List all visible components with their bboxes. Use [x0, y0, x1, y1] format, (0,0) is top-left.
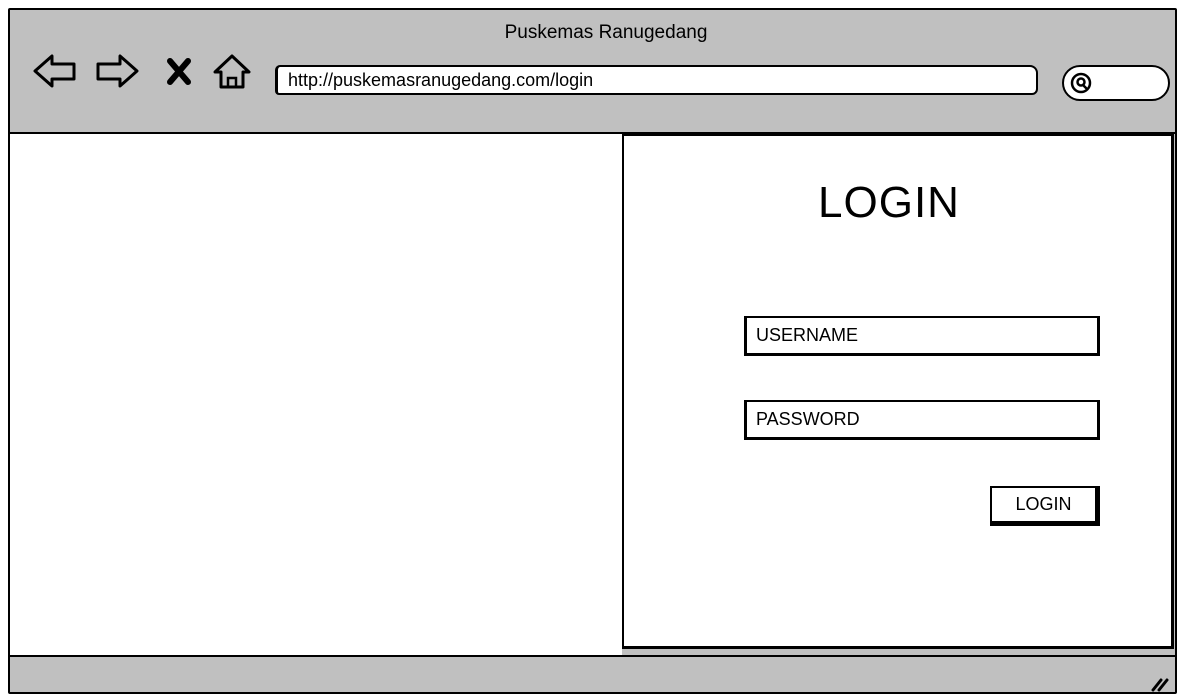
browser-window: Puskemas Ranugedang http://puskemasranug…: [8, 8, 1177, 694]
browser-toolbar: Puskemas Ranugedang http://puskemasranug…: [10, 10, 1175, 134]
back-arrow-icon[interactable]: [32, 52, 78, 90]
login-panel: LOGIN USERNAME PASSWORD LOGIN: [622, 134, 1174, 649]
content-area-left: [10, 134, 622, 655]
password-field[interactable]: PASSWORD: [744, 400, 1100, 440]
search-field[interactable]: [1062, 65, 1170, 101]
forward-arrow-icon[interactable]: [94, 52, 140, 90]
resize-grip-icon[interactable]: [1145, 668, 1169, 692]
username-field[interactable]: USERNAME: [744, 316, 1100, 356]
login-button[interactable]: LOGIN: [990, 486, 1100, 526]
window-title: Puskemas Ranugedang: [504, 22, 708, 43]
address-bar[interactable]: http://puskemasranugedang.com/login: [275, 65, 1038, 95]
login-heading: LOGIN: [818, 178, 960, 227]
search-icon: [1070, 72, 1092, 94]
home-icon[interactable]: [212, 52, 252, 90]
close-x-icon[interactable]: [162, 52, 196, 90]
status-bar: [10, 655, 1175, 692]
